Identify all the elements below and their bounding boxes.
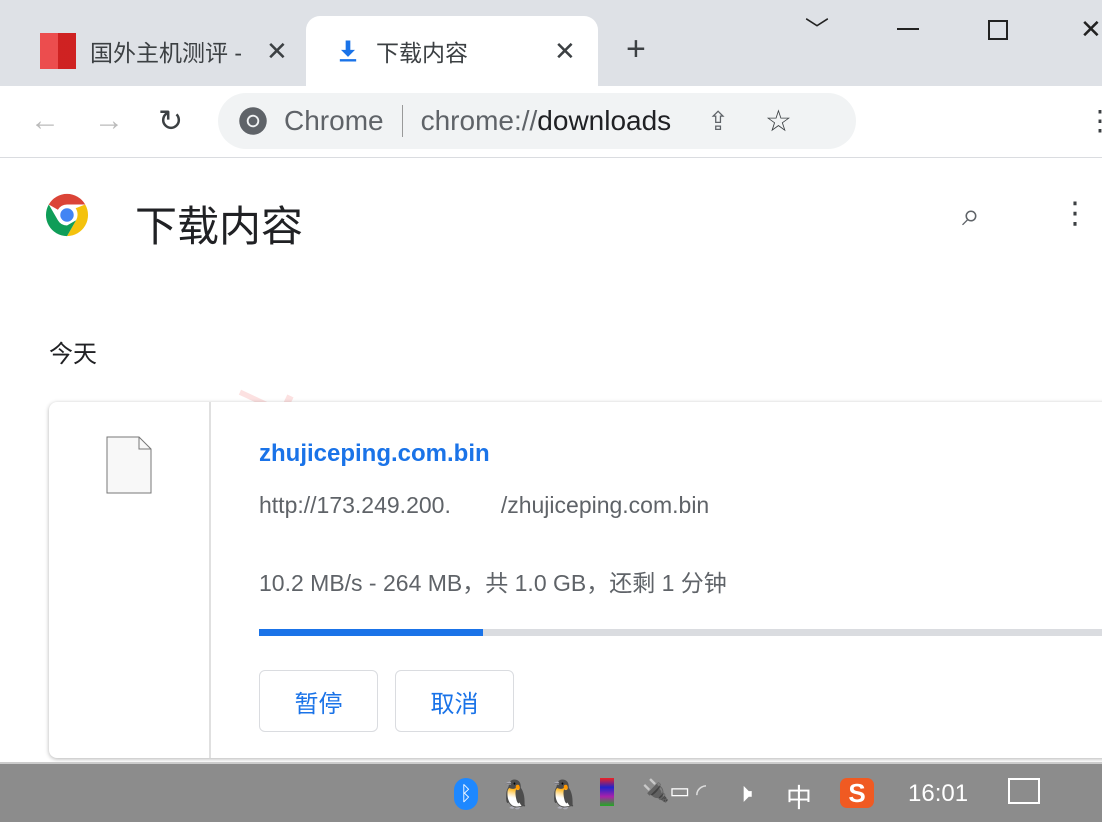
search-icon[interactable]: ⌕: [962, 196, 980, 234]
new-tab-button[interactable]: +: [626, 30, 646, 69]
tab-strip: 国外主机测评 - ✕ 下载内容 ✕ + ﹀ ✕: [0, 0, 1102, 86]
cancel-button[interactable]: 取消: [395, 670, 514, 732]
tab-title: 国外主机测评 -: [90, 40, 243, 66]
qq-icon[interactable]: 🐧: [546, 778, 581, 811]
url-suffix: /zhujiceping.com.bin: [500, 492, 710, 518]
maximize-button[interactable]: [988, 20, 1008, 40]
tab-zhujiceping[interactable]: 国外主机测评 - ✕: [28, 16, 298, 86]
omnibox[interactable]: Chrome chrome://downloads ⇪ ☆: [218, 93, 856, 149]
qq-icon[interactable]: 🐧: [498, 778, 533, 811]
close-window-button[interactable]: ✕: [1080, 14, 1102, 45]
download-item: zhujiceping.com.bin http://173.249.200. /…: [49, 402, 1102, 758]
site-favicon-icon: [40, 33, 76, 69]
download-status: 10.2 MB/s - 264 MB，共 1.0 GB，还剩 1 分钟: [259, 570, 727, 596]
tab-downloads[interactable]: 下载内容 ✕: [306, 16, 598, 86]
tab-title: 下载内容: [376, 40, 468, 66]
download-icon: [339, 40, 357, 62]
chrome-logo-icon: [45, 193, 89, 237]
file-name-link[interactable]: zhujiceping.com.bin: [259, 440, 490, 468]
battery-charging-icon[interactable]: 🔌▭: [642, 778, 690, 804]
tab-search-chevron-icon[interactable]: ﹀: [805, 10, 829, 45]
ime-indicator[interactable]: 中: [786, 778, 812, 815]
taskbar: ᛒ 🐧 🐧 🔌▭ ◜ 🕨 中 S 16:01: [0, 762, 1102, 822]
url-scheme: chrome://: [420, 105, 538, 136]
page-title: 下载内容: [135, 203, 304, 250]
clock[interactable]: 16:01: [908, 780, 968, 808]
file-icon: [106, 436, 152, 494]
source-url[interactable]: http://173.249.200. /zhujiceping.com.bin: [259, 492, 709, 519]
url-prefix: http://173.249.200.: [259, 492, 451, 518]
sogou-ime-icon[interactable]: S: [840, 778, 874, 808]
back-button[interactable]: ←: [30, 104, 60, 138]
url-path: downloads: [537, 105, 672, 136]
wifi-icon[interactable]: ◜: [696, 778, 706, 809]
menu-kebab-icon[interactable]: ⋮: [1086, 104, 1102, 137]
chrome-icon: [239, 107, 267, 135]
notification-center-icon[interactable]: [1008, 778, 1040, 804]
close-tab-icon[interactable]: ✕: [554, 36, 576, 67]
divider: [209, 402, 211, 758]
more-options-icon[interactable]: ⋮: [1060, 196, 1090, 231]
toolbar: ← → ↻ Chrome chrome://downloads ⇪ ☆ ⋮: [0, 86, 1102, 158]
pause-button[interactable]: 暂停: [259, 670, 378, 732]
volume-icon[interactable]: 🕨: [736, 778, 752, 810]
bluetooth-icon[interactable]: ᛒ: [454, 778, 478, 810]
color-app-icon[interactable]: [600, 778, 614, 806]
progress-bar: [259, 629, 1102, 636]
date-section-heading: 今天: [49, 341, 97, 368]
bookmark-star-icon[interactable]: ☆: [765, 104, 792, 139]
reload-button[interactable]: ↻: [158, 104, 183, 139]
minimize-button[interactable]: [897, 28, 919, 30]
forward-button[interactable]: →: [94, 104, 124, 138]
site-label: Chrome: [284, 105, 384, 136]
close-tab-icon[interactable]: ✕: [266, 36, 288, 67]
share-icon[interactable]: ⇪: [707, 106, 729, 137]
progress-fill: [259, 629, 483, 636]
divider: [401, 105, 403, 137]
